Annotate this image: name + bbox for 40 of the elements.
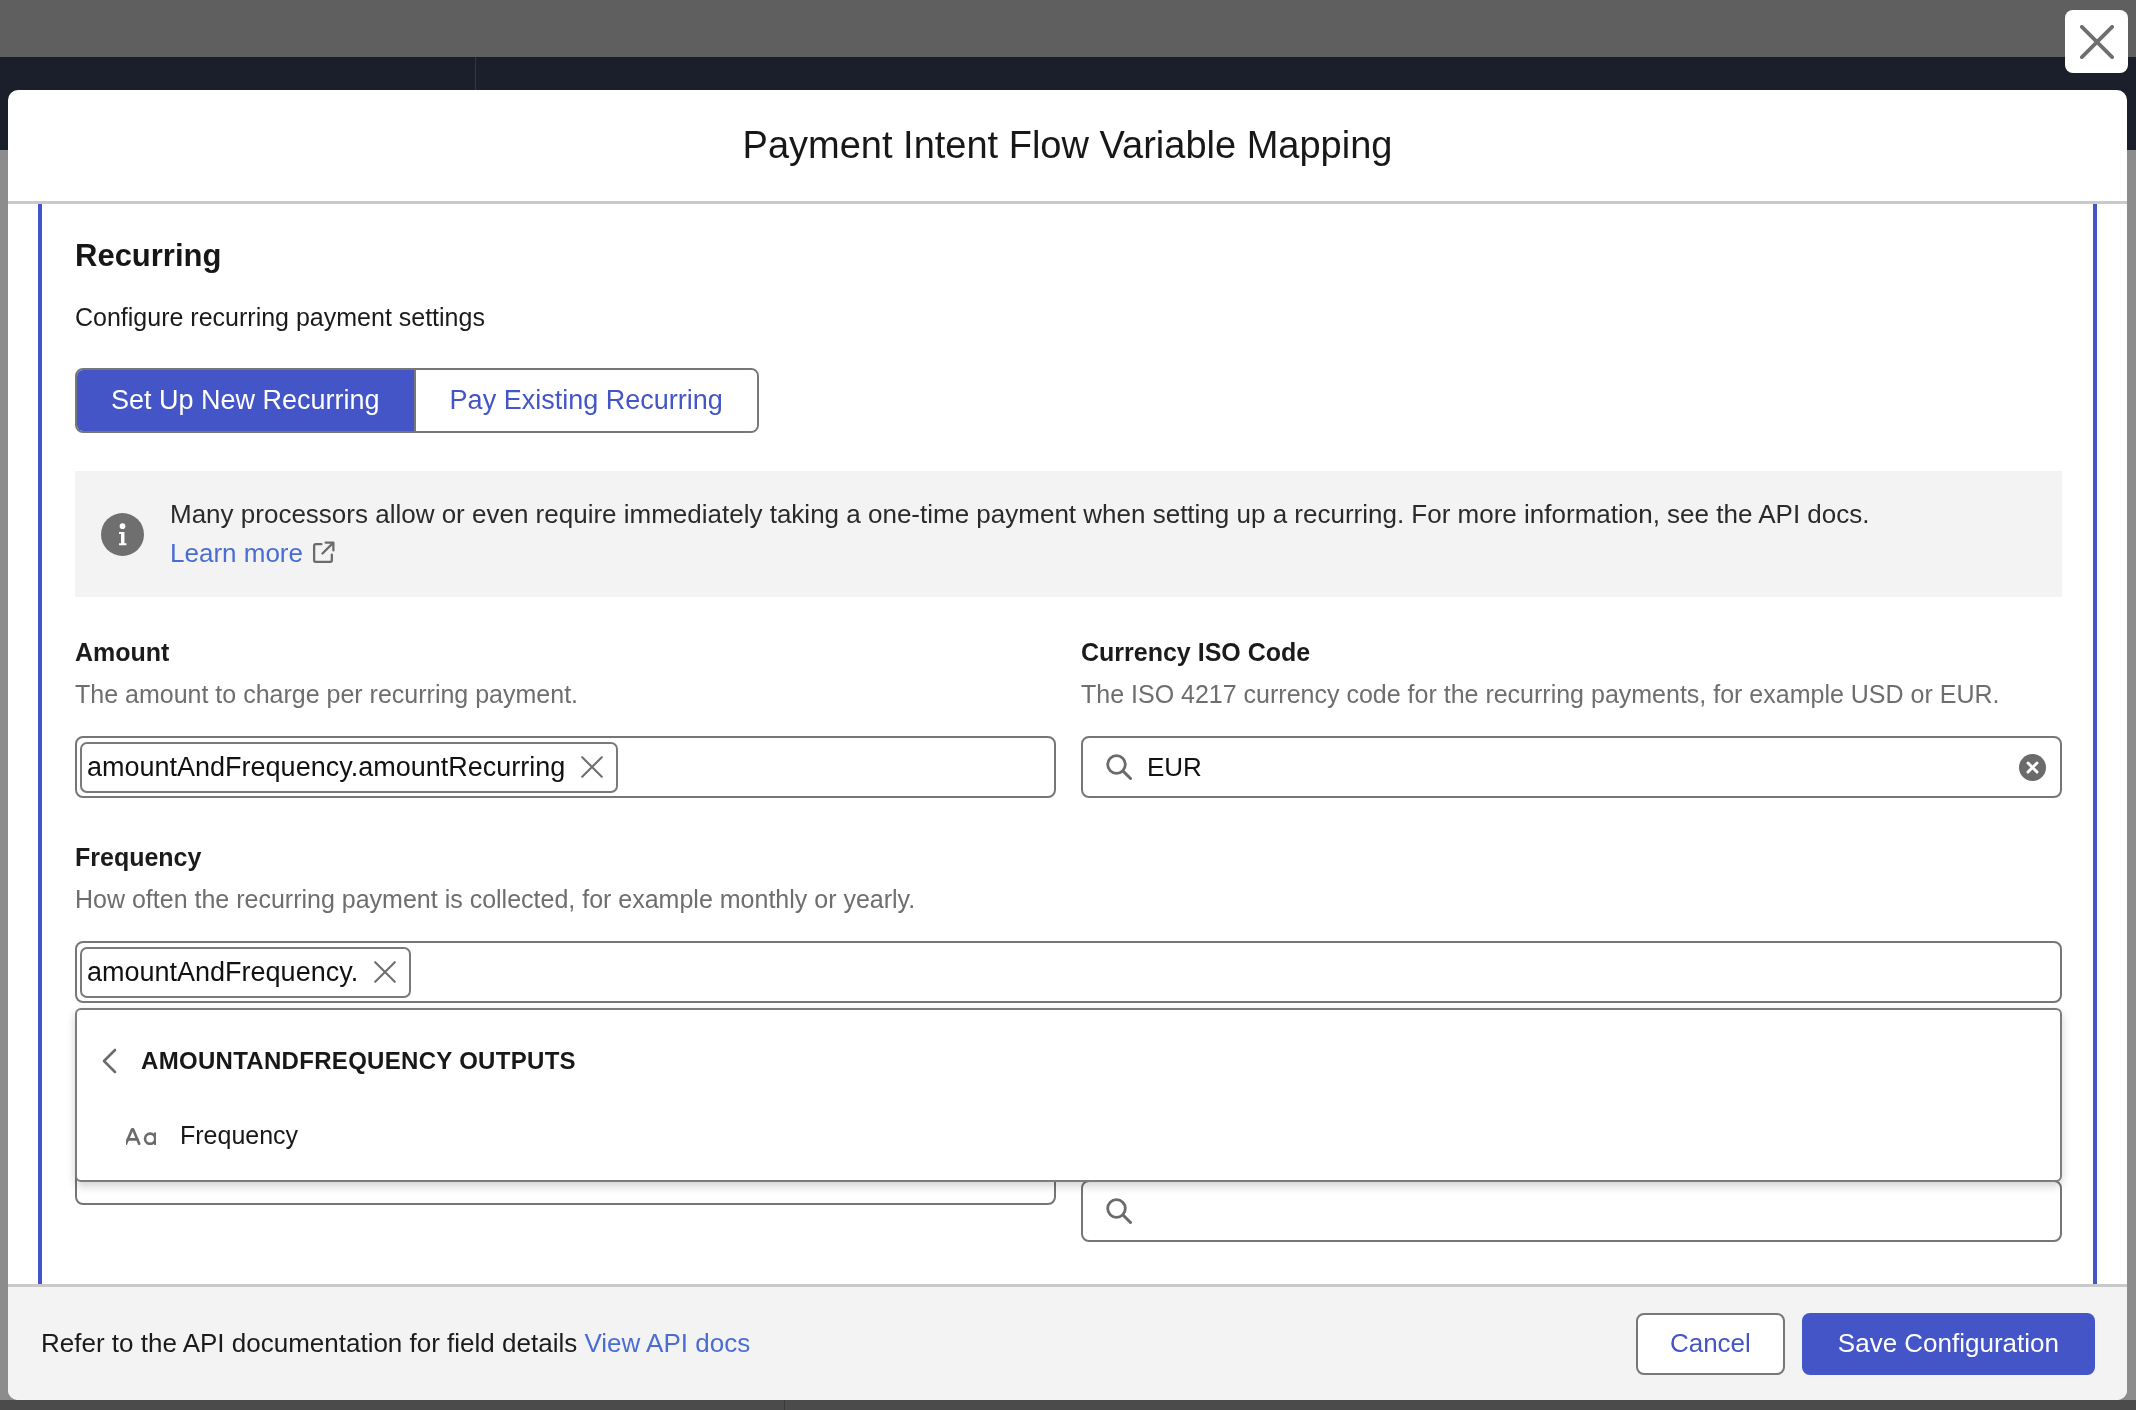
cancel-button[interactable]: Cancel	[1635, 1312, 1785, 1375]
search-icon	[1106, 754, 1132, 780]
view-api-docs-link[interactable]: View API docs	[584, 1328, 751, 1358]
field-description: The ISO 4217 currency code for the recurring payments, for example USD or EUR.	[1081, 679, 2000, 710]
info-message: Many processors allow or even require immediately taking a one-time payment when setting up a recurring. For more information, see the API docs. Learn more	[170, 498, 1871, 570]
text-type-icon	[126, 1127, 156, 1145]
menu-option[interactable]: Frequency	[77, 1110, 2060, 1162]
close-icon	[581, 756, 604, 778]
remove-token-button[interactable]	[581, 756, 604, 778]
tab[interactable]: Pay Existing Recurring	[413, 370, 757, 431]
tab[interactable]: Set Up New Recurring	[77, 370, 414, 431]
chevron-left-icon	[101, 1048, 117, 1074]
field-description: How often the recurring payment is collected, for example monthly or yearly.	[75, 884, 916, 915]
close-icon	[374, 961, 397, 983]
footer-note: Refer to the API documentation for field details View API docs	[41, 1327, 751, 1360]
field-label: Currency ISO Code	[1081, 637, 1311, 668]
info-icon	[101, 512, 144, 556]
field-description: The amount to charge per recurring payment.	[75, 679, 579, 710]
clear-icon	[2019, 753, 2046, 781]
learn-more-link[interactable]: Learn more	[170, 538, 336, 568]
menu-heading: AMOUNTANDFREQUENCY OUTPUTS	[141, 1046, 576, 1076]
token-text: amountAndFrequency.amountRecurring	[87, 750, 566, 784]
input-field[interactable]: amountAndFrequency.amountRecurring	[75, 736, 1056, 798]
close-icon	[2079, 24, 2114, 59]
token-text: amountAndFrequency.	[87, 955, 359, 989]
field-label: Frequency	[75, 842, 202, 873]
clear-button[interactable]	[2019, 753, 2046, 781]
back-button[interactable]	[101, 1048, 117, 1074]
remove-token-button[interactable]	[374, 961, 397, 983]
section-subtitle: Configure recurring payment settings	[75, 302, 485, 333]
section-title: Recurring	[75, 238, 222, 274]
search-field[interactable]	[1081, 1180, 2062, 1242]
close-button[interactable]	[2065, 10, 2128, 73]
external-link-icon	[310, 540, 336, 565]
save-button[interactable]: Save Configuration	[1801, 1312, 2095, 1375]
field-label: Amount	[75, 637, 170, 668]
input-field[interactable]: amountAndFrequency.	[75, 941, 2062, 1003]
dialog-title: Payment Intent Flow Variable Mapping	[742, 123, 1393, 168]
search-field[interactable]: EUR	[1081, 736, 2062, 798]
search-icon	[1106, 1198, 1132, 1224]
